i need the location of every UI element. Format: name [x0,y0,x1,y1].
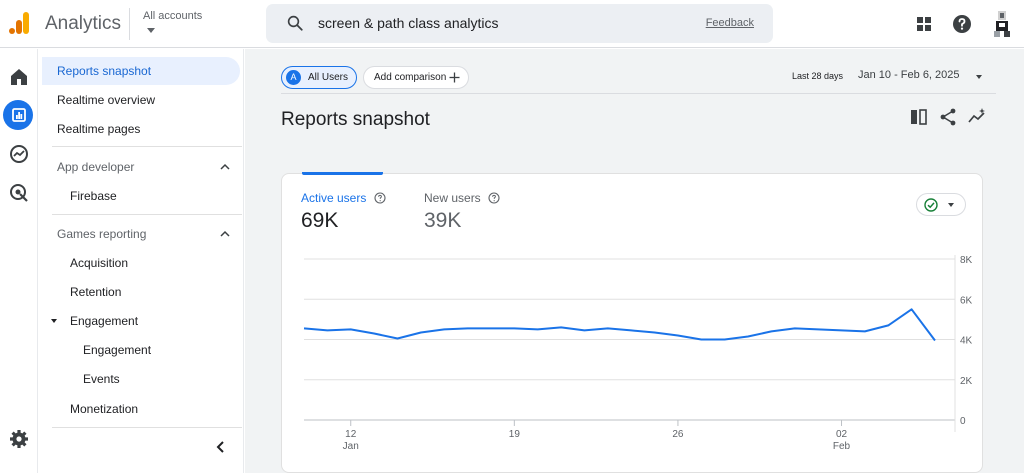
search-bar[interactable]: screen & path class analytics Feedback [266,4,773,43]
home-icon[interactable] [7,65,31,89]
active-tab-indicator [302,172,383,175]
sidebar-group-label: Games reporting [57,227,146,241]
sidebar-divider [52,427,242,428]
date-preset[interactable]: Last 28 days [792,71,843,81]
date-range-picker[interactable]: Jan 10 - Feb 6, 2025 [858,69,960,81]
metric-tab-active-users[interactable]: Active users [301,191,386,205]
sidebar-item-reports-snapshot[interactable]: Reports snapshot [42,57,240,85]
help-outline-icon[interactable] [374,192,386,204]
x-tick-month-label: Feb [833,441,851,452]
y-tick-label: 4K [960,336,973,347]
metric-label: New users [424,191,481,205]
expand-caret-icon [51,319,57,323]
chevron-up-icon[interactable] [220,163,230,171]
data-quality-chip[interactable] [916,193,966,216]
sidebar-item-events[interactable]: Events [42,365,240,393]
add-comparison-button[interactable]: Add comparison [363,66,469,89]
sidebar-group-games-reporting[interactable]: Games reporting [42,220,240,248]
chip-caret-icon [948,203,954,207]
active-users-chart: 8K 6K 4K 2K 0 12Jan 19 26 02Feb [300,249,980,474]
x-tick-month-label: Jan [343,441,359,452]
add-comparison-label: Add comparison [374,72,446,83]
avatar[interactable] [990,11,1014,37]
sidebar-item-realtime-overview[interactable]: Realtime overview [42,86,240,114]
share-icon[interactable] [938,107,958,127]
sidebar-item-retention[interactable]: Retention [42,278,240,306]
left-rail [0,49,38,473]
metrics-card: Active users 69K New users 39K 8K [281,173,983,473]
insights-icon[interactable] [967,107,987,127]
main-content: A All Users Add comparison Last 28 days … [245,49,1024,473]
sidebar-nav: Reports snapshot Realtime overview Realt… [40,49,244,473]
search-input[interactable]: screen & path class analytics [318,15,499,31]
series-line-active-users [304,309,935,340]
check-circle-icon [924,198,938,212]
feedback-link[interactable]: Feedback [706,17,754,29]
x-tick-label: 12 [345,429,357,440]
advertising-icon[interactable] [7,181,31,205]
sidebar-item-firebase[interactable]: Firebase [42,182,240,210]
analytics-logo[interactable] [8,11,30,35]
sidebar-item-monetization[interactable]: Monetization [42,395,240,423]
metric-label: Active users [301,191,366,205]
date-caret-icon[interactable] [976,75,982,79]
reports-icon[interactable] [7,103,31,127]
x-tick-label: 02 [836,429,848,440]
search-icon [286,14,304,32]
segment-badge: A [286,70,301,85]
explore-icon[interactable] [7,142,31,166]
help-icon[interactable] [950,12,974,36]
sidebar-item-engagement[interactable]: Engagement [42,307,240,335]
settings-icon[interactable] [7,427,31,451]
compare-columns-icon[interactable] [909,107,929,127]
metric-tab-new-users[interactable]: New users [424,191,500,205]
segment-chip[interactable]: A All Users [281,66,357,89]
metric-value: 69K [301,209,338,233]
y-tick-label: 8K [960,255,973,266]
sidebar-divider [52,214,242,215]
segment-label: All Users [308,72,348,83]
y-tick-label: 2K [960,376,973,387]
chevron-up-icon[interactable] [220,230,230,238]
plus-icon [449,72,460,83]
account-selector[interactable]: All accounts [143,10,202,22]
apps-grid-icon[interactable] [912,12,936,36]
y-tick-label: 0 [960,416,966,427]
help-outline-icon[interactable] [488,192,500,204]
account-caret-icon[interactable] [147,28,155,33]
metric-value: 39K [424,209,461,233]
sidebar-divider [52,146,242,147]
toolbar-divider [281,93,996,94]
sidebar-group-label: App developer [57,160,134,174]
header-divider [129,8,130,40]
sidebar-item-label: Engagement [70,314,138,328]
sidebar-group-app-developer[interactable]: App developer [42,153,240,181]
sidebar-item-realtime-pages[interactable]: Realtime pages [42,115,240,143]
sidebar-item-acquisition[interactable]: Acquisition [42,249,240,277]
x-tick-label: 26 [672,429,684,440]
sidebar-item-engagement-overview[interactable]: Engagement [42,336,240,364]
app-title: Analytics [45,13,121,35]
y-tick-label: 6K [960,295,973,306]
page-title: Reports snapshot [281,109,430,131]
x-tick-label: 19 [509,429,521,440]
top-bar: Analytics All accounts screen & path cla… [0,0,1024,48]
chevron-left-icon[interactable] [213,439,229,455]
